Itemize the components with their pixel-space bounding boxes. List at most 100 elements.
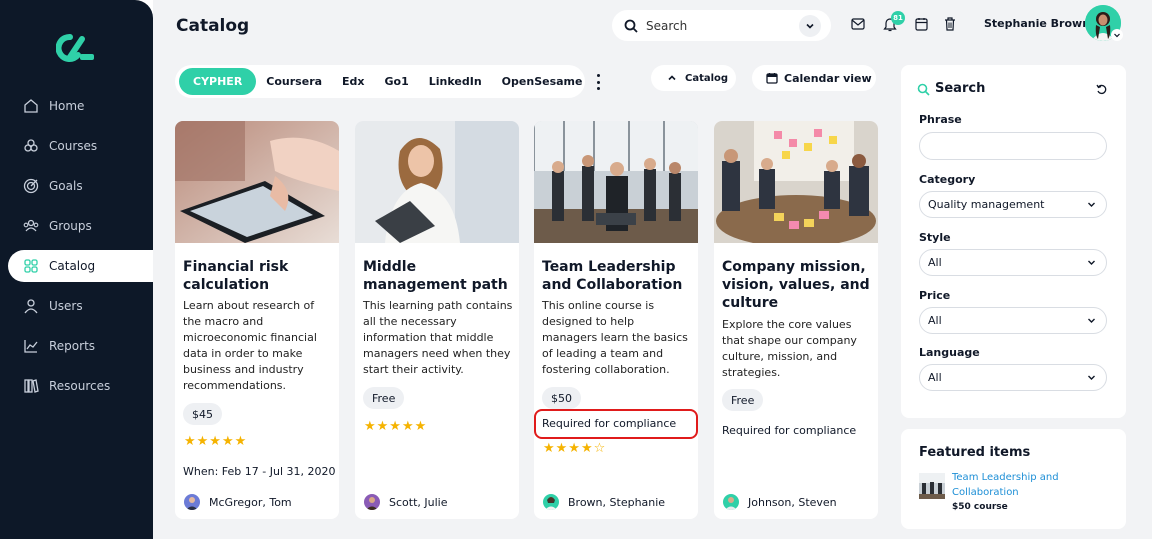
course-description: This learning path contains all the nece… (363, 299, 513, 376)
catalog-toggle-button[interactable]: Catalog (651, 65, 736, 91)
calendar-view-button[interactable]: Calendar view (752, 65, 876, 91)
sidebar-item-label: Groups (49, 219, 92, 233)
tab-cypher[interactable]: CYPHER (179, 68, 257, 95)
courses-icon (22, 137, 40, 155)
author-name: Johnson, Steven (748, 495, 837, 509)
app-logo[interactable] (56, 33, 96, 63)
tab-opensesame[interactable]: OpenSesame (492, 68, 593, 95)
rating-stars: ★★★★☆ (543, 441, 607, 456)
sidebar-item-groups[interactable]: Groups (8, 210, 153, 242)
style-select[interactable]: All (919, 249, 1107, 276)
home-icon (22, 97, 40, 115)
course-description: This online course is designed to help m… (542, 299, 688, 376)
sidebar-item-home[interactable]: Home (8, 90, 153, 122)
sidebar-item-label: Catalog (49, 259, 96, 273)
reports-icon (22, 337, 40, 355)
featured-item-link[interactable]: Team Leadership and Collaboration (952, 470, 1082, 500)
featured-item-price: $50 course (952, 502, 1008, 512)
more-options-icon[interactable] (595, 74, 601, 90)
sidebar-item-courses[interactable]: Courses (8, 130, 153, 162)
language-label: Language (919, 346, 980, 359)
sidebar-item-label: Home (49, 99, 85, 113)
calendar-icon (766, 73, 778, 84)
tab-edx[interactable]: Edx (332, 68, 374, 95)
course-card[interactable]: Financial risk calculation Learn about r… (175, 121, 339, 519)
chevron-down-icon[interactable] (1111, 29, 1123, 41)
rating-stars: ★★★★★ (364, 419, 428, 434)
sidebar-item-label: Resources (49, 379, 111, 393)
catalog-icon (22, 257, 40, 275)
chevron-up-icon (668, 75, 676, 81)
user-name[interactable]: Stephanie Brown (984, 17, 1090, 30)
resources-icon (22, 377, 40, 395)
rating-stars: ★★★★★ (184, 434, 248, 449)
sidebar-item-reports[interactable]: Reports (8, 330, 153, 362)
sidebar: Home Courses Goals Groups Catalog Users … (0, 0, 153, 539)
notification-badge: 81 (891, 11, 905, 25)
style-label: Style (919, 231, 951, 244)
author-name: McGregor, Tom (209, 495, 292, 509)
groups-icon (22, 217, 40, 235)
price-value: All (928, 314, 942, 327)
course-author[interactable]: McGregor, Tom (184, 494, 292, 510)
author-avatar (723, 494, 739, 510)
search-icon (624, 19, 638, 33)
course-card[interactable]: Team Leadership and Collaboration This o… (534, 121, 698, 519)
course-title[interactable]: Financial risk calculation (183, 258, 335, 294)
tab-go1[interactable]: Go1 (375, 68, 419, 95)
sidebar-item-label: Goals (49, 179, 83, 193)
provider-tabs: CYPHER Coursera Edx Go1 LinkedIn OpenSes… (175, 65, 585, 98)
author-avatar (184, 494, 200, 510)
category-label: Category (919, 173, 976, 186)
course-author[interactable]: Brown, Stephanie (543, 494, 665, 510)
course-image (714, 121, 878, 243)
price-select[interactable]: All (919, 307, 1107, 334)
author-name: Brown, Stephanie (568, 495, 666, 509)
chevron-down-icon (1088, 375, 1095, 380)
compliance-label: Required for compliance (542, 417, 677, 430)
course-title[interactable]: Middle management path (363, 258, 515, 294)
featured-thumbnail[interactable] (919, 473, 945, 499)
reset-icon[interactable] (1096, 84, 1107, 95)
course-card[interactable]: Company mission, vision, values, and cul… (714, 121, 878, 519)
course-card[interactable]: Middle management path This learning pat… (355, 121, 519, 519)
price-badge: Free (722, 389, 764, 411)
chevron-down-icon (1088, 202, 1095, 207)
trash-icon[interactable] (941, 15, 959, 33)
chevron-down-icon (1088, 318, 1095, 323)
chevron-down-icon[interactable] (799, 14, 821, 37)
course-title[interactable]: Company mission, vision, values, and cul… (722, 258, 874, 312)
tab-linkedin[interactable]: LinkedIn (419, 68, 492, 95)
calendar-view-label: Calendar view (784, 71, 872, 85)
filter-panel: Search Phrase Category Quality managemen… (901, 65, 1126, 418)
search-icon (917, 83, 930, 96)
course-author[interactable]: Johnson, Steven (723, 494, 837, 510)
mail-icon[interactable] (849, 15, 867, 33)
price-badge: $50 (542, 387, 581, 409)
sidebar-item-resources[interactable]: Resources (8, 370, 153, 402)
calendar-icon[interactable] (912, 15, 930, 33)
goals-icon (22, 177, 40, 195)
catalog-toggle-label: Catalog (685, 72, 729, 84)
language-select[interactable]: All (919, 364, 1107, 391)
phrase-input[interactable] (919, 132, 1107, 160)
sidebar-item-users[interactable]: Users (8, 290, 153, 322)
course-author[interactable]: Scott, Julie (364, 494, 447, 510)
main-content: Catalog Search 81 Stephanie Brown CYPHER… (153, 0, 1152, 539)
chevron-down-icon (1088, 260, 1095, 265)
user-icon (22, 297, 40, 315)
search-input[interactable]: Search (646, 19, 799, 33)
course-image (175, 121, 339, 243)
sidebar-item-catalog[interactable]: Catalog (8, 250, 153, 282)
category-select[interactable]: Quality management (919, 191, 1107, 218)
global-search[interactable]: Search (612, 10, 831, 41)
price-label: Price (919, 289, 951, 302)
category-value: Quality management (928, 198, 1045, 211)
course-description: Learn about research of the macro and mi… (183, 299, 317, 392)
course-dates: When: Feb 17 - Jul 31, 2020 (183, 465, 336, 478)
sidebar-item-goals[interactable]: Goals (8, 170, 153, 202)
course-title[interactable]: Team Leadership and Collaboration (542, 258, 694, 294)
sidebar-item-label: Users (49, 299, 83, 313)
featured-title: Featured items (919, 445, 1031, 460)
tab-coursera[interactable]: Coursera (256, 68, 332, 95)
